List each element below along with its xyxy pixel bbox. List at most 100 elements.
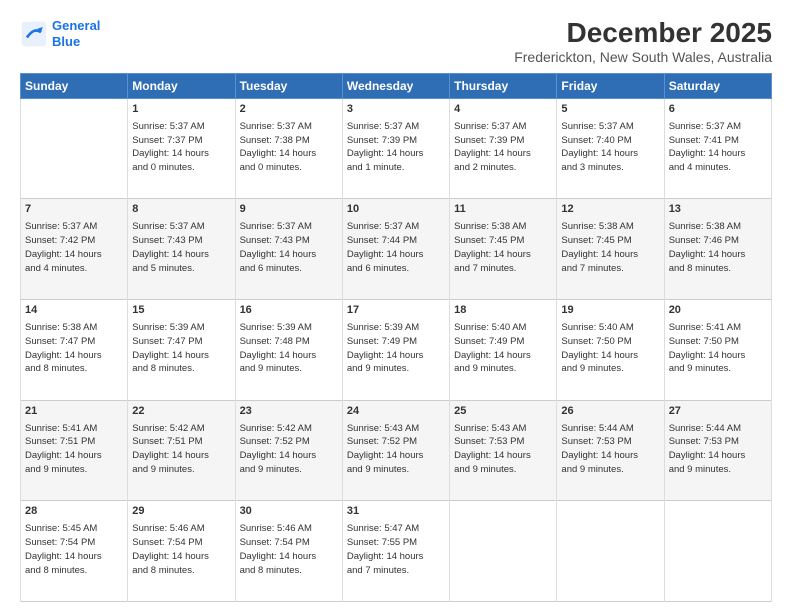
day-number: 12 (561, 202, 659, 218)
day-number: 5 (561, 102, 659, 118)
cell-content: 8Sunrise: 5:37 AMSunset: 7:43 PMDaylight… (132, 202, 230, 275)
cell-line: Sunrise: 5:42 AM (132, 422, 230, 436)
cell-line: Sunrise: 5:44 AM (561, 422, 659, 436)
cell-content: 9Sunrise: 5:37 AMSunset: 7:43 PMDaylight… (240, 202, 338, 275)
calendar-cell (21, 98, 128, 199)
calendar-cell (450, 501, 557, 602)
cell-line: Daylight: 14 hours (669, 147, 767, 161)
cell-line: Sunrise: 5:38 AM (561, 220, 659, 234)
cell-line: and 8 minutes. (132, 564, 230, 578)
header-row: SundayMondayTuesdayWednesdayThursdayFrid… (21, 73, 772, 98)
cell-content: 2Sunrise: 5:37 AMSunset: 7:38 PMDaylight… (240, 102, 338, 175)
cell-line: Daylight: 14 hours (454, 248, 552, 262)
cell-line: Sunrise: 5:45 AM (25, 522, 123, 536)
calendar-cell: 3Sunrise: 5:37 AMSunset: 7:39 PMDaylight… (342, 98, 449, 199)
cell-line: Daylight: 14 hours (347, 248, 445, 262)
cell-line: Sunset: 7:49 PM (454, 335, 552, 349)
cell-line: Daylight: 14 hours (240, 550, 338, 564)
cell-line: and 9 minutes. (347, 362, 445, 376)
day-number: 7 (25, 202, 123, 218)
day-number: 22 (132, 404, 230, 420)
cell-content: 14Sunrise: 5:38 AMSunset: 7:47 PMDayligh… (25, 303, 123, 376)
cell-line: Sunset: 7:38 PM (240, 134, 338, 148)
cell-line: Sunset: 7:37 PM (132, 134, 230, 148)
cell-line: Daylight: 14 hours (669, 349, 767, 363)
cell-line: and 9 minutes. (561, 362, 659, 376)
day-number: 6 (669, 102, 767, 118)
calendar-cell: 2Sunrise: 5:37 AMSunset: 7:38 PMDaylight… (235, 98, 342, 199)
day-number: 13 (669, 202, 767, 218)
cell-line: and 9 minutes. (561, 463, 659, 477)
cell-line: Sunrise: 5:46 AM (132, 522, 230, 536)
calendar-cell: 6Sunrise: 5:37 AMSunset: 7:41 PMDaylight… (664, 98, 771, 199)
cell-line: Sunrise: 5:38 AM (669, 220, 767, 234)
cell-line: Daylight: 14 hours (347, 349, 445, 363)
cell-line: Daylight: 14 hours (561, 248, 659, 262)
cell-line: Sunset: 7:55 PM (347, 536, 445, 550)
logo-line2: Blue (52, 34, 80, 49)
day-number: 9 (240, 202, 338, 218)
cell-line: Sunset: 7:44 PM (347, 234, 445, 248)
cell-content: 27Sunrise: 5:44 AMSunset: 7:53 PMDayligh… (669, 404, 767, 477)
calendar-cell: 14Sunrise: 5:38 AMSunset: 7:47 PMDayligh… (21, 300, 128, 401)
day-number: 25 (454, 404, 552, 420)
logo-line1: General (52, 18, 100, 33)
calendar-cell: 7Sunrise: 5:37 AMSunset: 7:42 PMDaylight… (21, 199, 128, 300)
cell-line: and 0 minutes. (240, 161, 338, 175)
calendar-cell: 16Sunrise: 5:39 AMSunset: 7:48 PMDayligh… (235, 300, 342, 401)
calendar-cell: 1Sunrise: 5:37 AMSunset: 7:37 PMDaylight… (128, 98, 235, 199)
cell-line: Daylight: 14 hours (25, 248, 123, 262)
cell-line: and 9 minutes. (669, 463, 767, 477)
header: General Blue December 2025 Frederickton,… (20, 18, 772, 65)
cell-line: and 1 minute. (347, 161, 445, 175)
cell-line: Sunset: 7:40 PM (561, 134, 659, 148)
cell-content: 24Sunrise: 5:43 AMSunset: 7:52 PMDayligh… (347, 404, 445, 477)
day-number: 3 (347, 102, 445, 118)
day-number: 31 (347, 504, 445, 520)
calendar-cell: 23Sunrise: 5:42 AMSunset: 7:52 PMDayligh… (235, 400, 342, 501)
cell-line: Sunrise: 5:46 AM (240, 522, 338, 536)
calendar-cell: 5Sunrise: 5:37 AMSunset: 7:40 PMDaylight… (557, 98, 664, 199)
day-number: 17 (347, 303, 445, 319)
calendar-cell: 25Sunrise: 5:43 AMSunset: 7:53 PMDayligh… (450, 400, 557, 501)
cell-line: Sunset: 7:54 PM (132, 536, 230, 550)
cell-line: Sunrise: 5:37 AM (561, 120, 659, 134)
cell-line: Sunset: 7:54 PM (240, 536, 338, 550)
logo: General Blue (20, 18, 100, 49)
header-day-monday: Monday (128, 73, 235, 98)
cell-line: and 0 minutes. (132, 161, 230, 175)
cell-line: and 8 minutes. (25, 564, 123, 578)
day-number: 2 (240, 102, 338, 118)
cell-line: Sunrise: 5:37 AM (347, 220, 445, 234)
cell-line: Sunset: 7:45 PM (454, 234, 552, 248)
day-number: 21 (25, 404, 123, 420)
calendar-cell (557, 501, 664, 602)
cell-line: Sunset: 7:49 PM (347, 335, 445, 349)
cell-content: 18Sunrise: 5:40 AMSunset: 7:49 PMDayligh… (454, 303, 552, 376)
calendar-cell: 15Sunrise: 5:39 AMSunset: 7:47 PMDayligh… (128, 300, 235, 401)
calendar-cell: 4Sunrise: 5:37 AMSunset: 7:39 PMDaylight… (450, 98, 557, 199)
cell-line: and 4 minutes. (669, 161, 767, 175)
cell-line: Sunset: 7:39 PM (454, 134, 552, 148)
cell-line: Sunset: 7:48 PM (240, 335, 338, 349)
day-number: 30 (240, 504, 338, 520)
calendar-cell: 21Sunrise: 5:41 AMSunset: 7:51 PMDayligh… (21, 400, 128, 501)
week-row-2: 7Sunrise: 5:37 AMSunset: 7:42 PMDaylight… (21, 199, 772, 300)
week-row-4: 21Sunrise: 5:41 AMSunset: 7:51 PMDayligh… (21, 400, 772, 501)
cell-line: and 8 minutes. (669, 262, 767, 276)
calendar-cell (664, 501, 771, 602)
cell-line: Sunrise: 5:39 AM (347, 321, 445, 335)
cell-line: and 5 minutes. (132, 262, 230, 276)
cell-line: Sunrise: 5:47 AM (347, 522, 445, 536)
cell-line: Sunset: 7:51 PM (132, 435, 230, 449)
cell-content: 11Sunrise: 5:38 AMSunset: 7:45 PMDayligh… (454, 202, 552, 275)
header-day-sunday: Sunday (21, 73, 128, 98)
cell-line: Sunrise: 5:37 AM (132, 220, 230, 234)
cell-content: 25Sunrise: 5:43 AMSunset: 7:53 PMDayligh… (454, 404, 552, 477)
cell-line: and 9 minutes. (25, 463, 123, 477)
cell-line: Sunset: 7:47 PM (132, 335, 230, 349)
cell-line: Sunset: 7:50 PM (669, 335, 767, 349)
cell-line: Daylight: 14 hours (240, 248, 338, 262)
cell-content: 28Sunrise: 5:45 AMSunset: 7:54 PMDayligh… (25, 504, 123, 577)
day-number: 16 (240, 303, 338, 319)
